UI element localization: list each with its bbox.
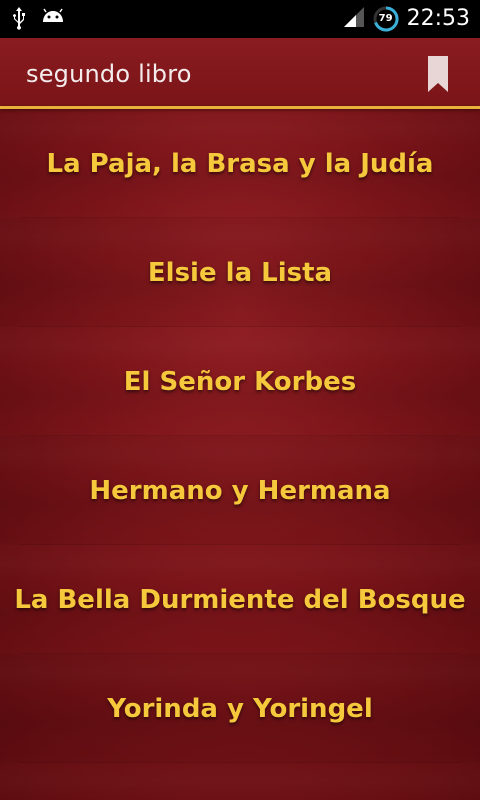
- android-icon: [40, 8, 66, 33]
- story-title: La Bella Durmiente del Bosque: [14, 584, 466, 615]
- story-title: La Paja, la Brasa y la Judía: [46, 148, 434, 179]
- story-title: El Señor Korbes: [123, 366, 357, 397]
- story-list: La Paja, la Brasa y la Judía Elsie la Li…: [0, 109, 480, 763]
- usb-icon: [10, 6, 28, 35]
- story-title: Hermano y Hermana: [89, 475, 391, 506]
- list-item[interactable]: Yorinda y Yoringel: [0, 654, 480, 763]
- list-item[interactable]: El Señor Korbes: [0, 327, 480, 436]
- list-item[interactable]: Hermano y Hermana: [0, 436, 480, 545]
- story-title: Yorinda y Yoringel: [107, 693, 373, 724]
- page-title: segundo libro: [26, 60, 192, 88]
- list-item[interactable]: La Paja, la Brasa y la Judía: [0, 109, 480, 218]
- bookmark-icon[interactable]: [426, 56, 450, 92]
- status-bar: 79 22:53: [0, 0, 480, 38]
- list-item[interactable]: Elsie la Lista: [0, 218, 480, 327]
- battery-icon: 79: [373, 5, 399, 32]
- status-left: [10, 6, 66, 35]
- clock: 22:53: [406, 6, 470, 31]
- signal-icon: [343, 4, 365, 33]
- list-item[interactable]: La Bella Durmiente del Bosque: [0, 545, 480, 654]
- app-screen: segundo libro La Paja, la Brasa y la Jud…: [0, 38, 480, 800]
- action-bar: segundo libro: [0, 38, 480, 106]
- story-title: Elsie la Lista: [147, 257, 333, 288]
- status-right: 79 22:53: [343, 4, 470, 33]
- battery-level: 79: [378, 12, 393, 24]
